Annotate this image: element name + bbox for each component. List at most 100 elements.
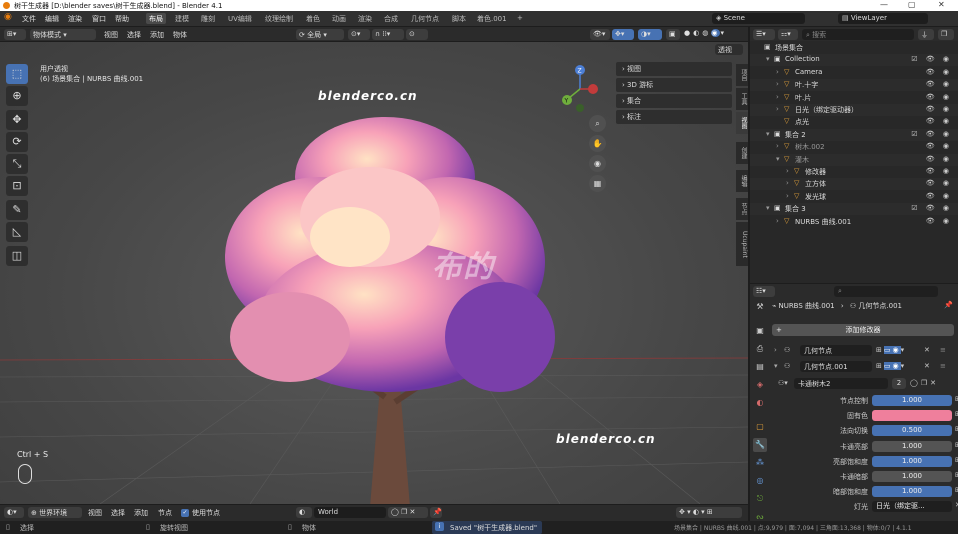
param-value-slider[interactable]: 0.500 [872,425,952,437]
visibility-toggle-icons[interactable]: ☑ 👁 ◉ [911,130,952,138]
tab-rendering[interactable]: 渲染 [355,13,375,24]
sidetab-edit[interactable]: 编辑 [736,170,748,192]
snap-toggle[interactable]: ∩ ⁞⁞▾ [372,29,404,40]
minimize-icon[interactable]: — [880,0,888,9]
constraints-tab-icon[interactable]: ⎋ [753,492,767,506]
visibility-toggle-icons[interactable]: ☑ 👁 ◉ [911,204,952,212]
new-collection-icon[interactable]: ❐ [938,29,954,40]
outliner-row[interactable]: ▽ 点光 👁 ◉ [750,116,958,128]
tab-layout[interactable]: 布局 [146,13,166,24]
tab-geometry-nodes[interactable]: 几何节点 [408,13,442,24]
world-mode-dropdown[interactable]: ⊕ 世界环境 [28,507,82,518]
tab-compositing[interactable]: 合成 [381,13,401,24]
sidetab-view[interactable]: 视图 [736,112,748,134]
npanel-view[interactable]: › 视图 [616,62,732,76]
use-nodes-checkbox[interactable]: ✓ [181,509,189,517]
sidetab-node[interactable]: 节点 [736,198,748,220]
timeline-menu-add[interactable]: 添加 [134,508,148,518]
world-datablock-buttons[interactable]: ◯ ❐ ✕ [388,507,428,518]
object-tab-icon[interactable]: ▢ [753,420,767,434]
visibility-toggle-icons[interactable]: 👁 ◉ [926,105,952,113]
editor-type-dropdown-2[interactable]: ◐▾ [4,507,24,518]
tab-animation[interactable]: 动画 [329,13,349,24]
overlay-toggle[interactable]: ◑▾ [638,29,662,40]
annotate-tool[interactable]: ✎ [6,200,28,220]
param-value-slider[interactable]: 1.000 [872,486,952,498]
visibility-toggle-icons[interactable]: 👁 ◉ [926,179,952,187]
expand-toggle-icon[interactable]: › [776,80,779,88]
visibility-toggle-icons[interactable]: 👁 ◉ [926,155,952,163]
measure-tool[interactable]: ◺ [6,222,28,242]
modifier-visibility-toggles-2[interactable]: ⊞▭◉▾ [876,362,906,370]
transform-tool[interactable]: ⊡ [6,176,28,196]
menu-view[interactable]: 视图 [104,30,118,40]
color-swatch[interactable] [872,410,952,422]
camera-view-icon[interactable]: ◉ [589,155,606,172]
menu-object[interactable]: 物体 [173,30,187,40]
param-value-slider[interactable]: 1.000 [872,455,952,467]
select-box-tool[interactable]: ⬚ [6,64,28,84]
properties-editor-type[interactable]: ☷▾ [753,286,775,297]
expand-toggle-icon[interactable]: › [786,192,789,200]
expand-toggle-icon[interactable]: › [776,93,779,101]
menu-select[interactable]: 选择 [127,30,141,40]
sidetab-create[interactable]: 创建 [736,142,748,164]
visibility-toggle-icons[interactable]: 👁 ◉ [926,167,952,175]
expand-toggle-icon[interactable]: ▾ [766,204,770,212]
render-tab-icon[interactable]: ▣ [753,324,767,338]
scene-selector[interactable]: ◈ Scene [712,13,805,24]
rotate-tool[interactable]: ⟳ [6,132,28,152]
outliner-row[interactable]: ▾ ▣ 集合 3 ☑ 👁 ◉ [750,203,958,216]
npanel-collection[interactable]: › 集合 [616,94,732,108]
visibility-toggle-icons[interactable]: 👁 ◉ [926,80,952,88]
timeline-menu-view[interactable]: 视图 [88,508,102,518]
expand-toggle-icon[interactable]: › [776,217,779,225]
move-tool[interactable]: ✥ [6,110,28,130]
tab-modeling[interactable]: 建模 [172,13,192,24]
outliner-row[interactable]: › ▽ 日光（绑定驱动器） 👁 ◉ [750,104,958,116]
display-mode-dropdown[interactable]: ⚏▾ [778,29,798,40]
drag-handle-icon[interactable]: ≡ [940,346,946,354]
menu-file[interactable]: 文件 [22,14,36,24]
node-group-selector[interactable]: ⚇▾ 卡通树木2 2 ◯❐✕ [778,378,954,391]
object-mode-dropdown[interactable]: 物体模式 ▾ [30,29,96,40]
scale-tool[interactable]: ⤡ [6,154,28,174]
output-tab-icon[interactable]: ⎙ [753,342,767,356]
pin-icon[interactable]: 📌 [430,507,442,518]
sidetab-tool[interactable]: 工具 [736,88,748,110]
tab-uv-editing[interactable]: UV编辑 [225,13,255,24]
outliner-row[interactable]: › ▽ 立方体 👁 ◉ [750,178,958,191]
tab-shading[interactable]: 着色 [303,13,323,24]
transform-orientation-dropdown[interactable]: ⟳ 全局 ▾ [296,29,344,40]
expand-toggle-icon[interactable]: ▾ [776,155,780,163]
expand-toggle-icon[interactable]: ▾ [766,130,770,138]
outliner-search-input[interactable]: ⌕ 搜索 [802,29,914,40]
xray-toggle[interactable]: ▣ [666,29,680,40]
outliner-row[interactable]: ▾ ▣ Collection ☑ 👁 ◉ [750,54,958,67]
xray-label[interactable]: 透视 [715,44,743,55]
outliner-row[interactable]: › ▽ Camera 👁 ◉ [750,67,958,79]
particles-tab-icon[interactable]: ⁂ [753,456,767,470]
npanel-3d-cursor[interactable]: › 3D 游标 [616,78,732,92]
outliner-row[interactable]: ▾ ▽ 灌木 👁 ◉ [750,153,958,166]
menu-edit[interactable]: 编辑 [45,14,59,24]
outliner-row[interactable]: ▾ ▣ 集合 2 ☑ 👁 ◉ [750,128,958,141]
filter-icon[interactable]: ⏚ [918,29,934,40]
shading-mode-buttons[interactable]: ●◐◍◉▾ [684,29,744,40]
add-workspace-icon[interactable]: + [514,13,526,24]
3d-viewport[interactable]: 用户透视 (6) 场景集合 | NURBS 曲线.001 blenderco.c… [0,42,748,504]
visibility-toggle-icons[interactable]: 👁 ◉ [926,117,952,125]
maximize-icon[interactable]: ▢ [908,0,916,9]
close-icon[interactable]: ✕ [938,0,945,9]
tab-scripting[interactable]: 脚本 [449,13,469,24]
sidetab-ucupaint[interactable]: Ucupaint [736,222,748,266]
pivot-point-dropdown[interactable]: ⊙▾ [348,29,370,40]
menu-add[interactable]: 添加 [150,30,164,40]
blender-menu-icon[interactable]: ◉ [4,12,12,22]
zoom-icon[interactable]: ⌕ [589,115,606,132]
param-value-slider[interactable]: 1.000 [872,440,952,452]
proportional-edit-toggle[interactable]: ⊙ [406,29,428,40]
outliner-row[interactable]: › ▽ 修改器 👁 ◉ [750,166,958,178]
expand-chevron-icon[interactable]: › [774,346,777,354]
tab-shading-001[interactable]: 着色.001 [474,13,510,24]
